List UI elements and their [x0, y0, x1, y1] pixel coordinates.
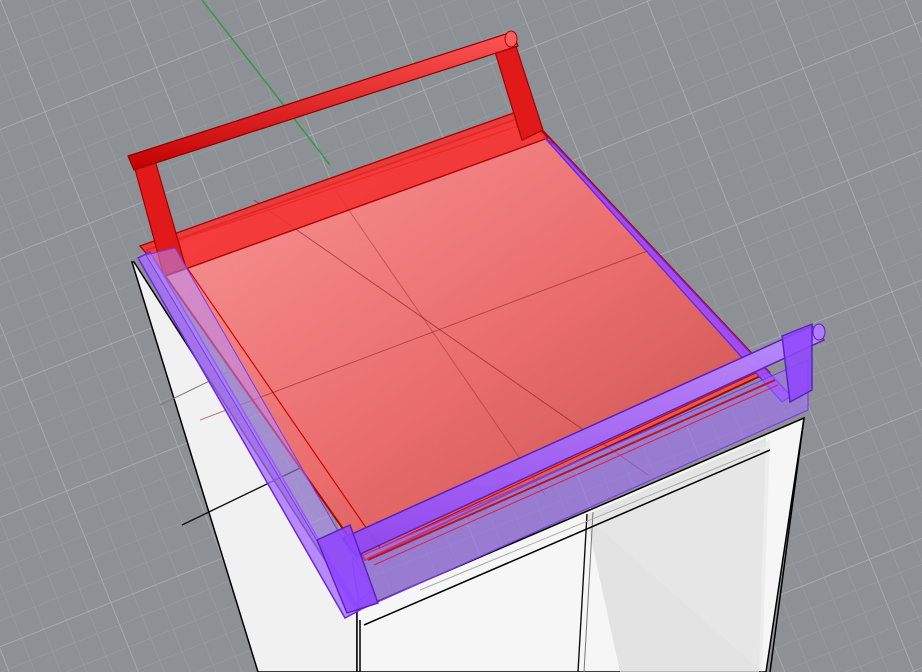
- rhino-perspective-viewport[interactable]: [0, 0, 922, 672]
- viewport-scene[interactable]: [0, 0, 922, 672]
